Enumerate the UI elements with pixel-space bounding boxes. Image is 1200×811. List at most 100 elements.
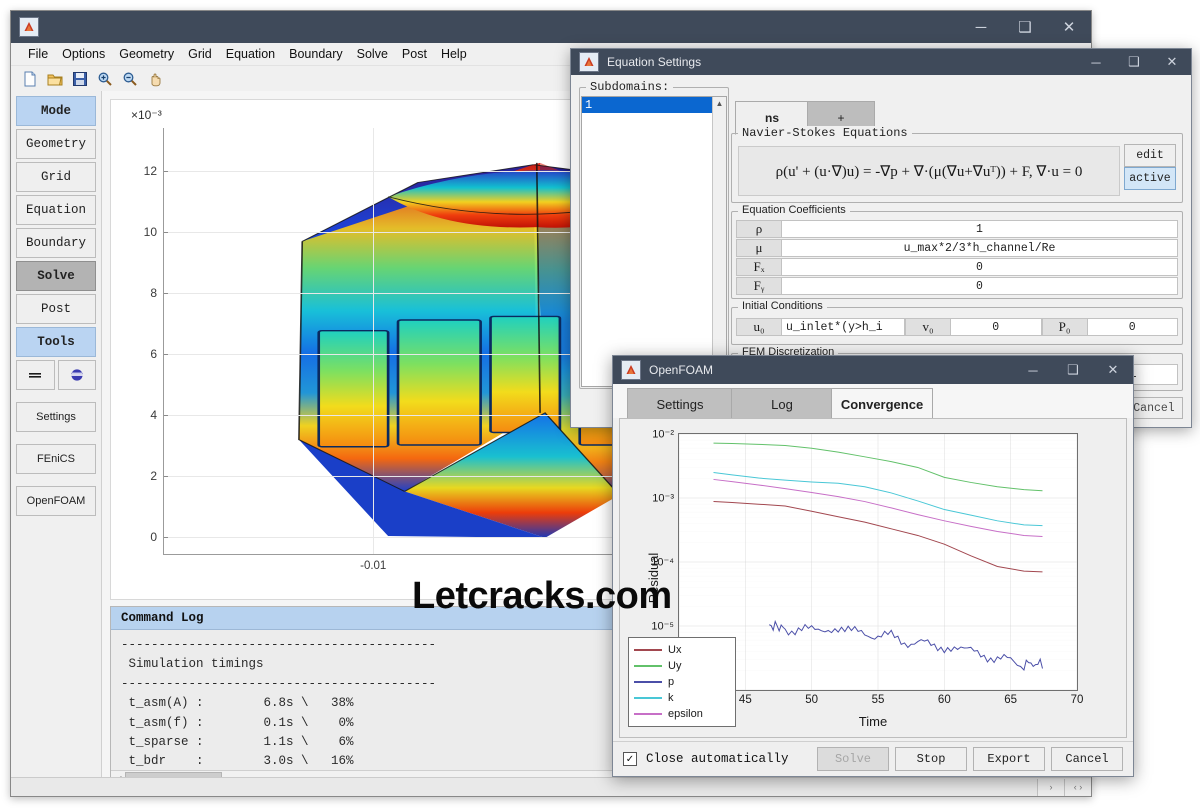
sidebar-settings-button[interactable]: Settings [16,402,96,432]
subdomains-list[interactable]: 1 ▲ [581,96,727,387]
main-minimize-button[interactable]: ─ [959,11,1003,43]
menu-item-equation[interactable]: Equation [219,45,282,63]
tab-settings[interactable]: Settings [627,388,733,420]
convergence-x-tick-label: 65 [1004,694,1017,706]
plot-y-tick-label: 12 [144,164,157,178]
sidebar-item-boundary[interactable]: Boundary [16,228,96,258]
menu-item-grid[interactable]: Grid [181,45,219,63]
zoom-out-icon[interactable] [119,68,141,90]
equation-settings-title: Equation Settings [607,55,1077,69]
close-automatically-checkbox[interactable]: ✓ [623,752,637,766]
menu-item-boundary[interactable]: Boundary [282,45,350,63]
cancel-button[interactable]: Cancel [1051,747,1123,771]
legend-label: p [668,676,674,688]
ic-value-u0[interactable]: u_inlet*(y>h_i [782,318,905,336]
plot-x-tick-label: -0.01 [360,560,386,572]
close-automatically-label: Close automatically [646,752,789,766]
convergence-x-tick-label: 50 [805,694,818,706]
coefficient-row-fy: Fᵧ 0 [736,277,1178,295]
tab-convergence[interactable]: Convergence [831,388,933,420]
coefficient-value-field[interactable]: 0 [782,277,1178,295]
menu-item-geometry[interactable]: Geometry [112,45,181,63]
equation-coefficients-label: Equation Coefficients [738,204,850,216]
of-minimize-button[interactable]: ─ [1013,356,1053,384]
sidebar-openfoam-button[interactable]: OpenFOAM [16,486,96,516]
sidebar-fenics-button[interactable]: FEniCS [16,444,96,474]
convergence-y-tick-label: 10⁻³ [652,492,674,505]
convergence-x-tick-label: 55 [872,694,885,706]
pan-hand-icon[interactable] [144,68,166,90]
ic-symbol-v0: v₀ [905,318,951,336]
sidebar-item-grid[interactable]: Grid [16,162,96,192]
edit-button[interactable]: edit [1124,144,1176,167]
nav-next-button[interactable]: › [1037,779,1064,796]
sidebar-item-geometry[interactable]: Geometry [16,129,96,159]
coefficient-row-mu: μ u_max*2/3*h_channel/Re [736,239,1178,257]
coefficient-value-field[interactable]: 0 [782,258,1178,276]
menu-item-help[interactable]: Help [434,45,474,63]
equal-lines-icon[interactable] [16,360,55,390]
convergence-y-tick-label: 10⁻⁵ [651,620,674,633]
sidebar-item-equation[interactable]: Equation [16,195,96,225]
sidebar-tool-row [16,360,96,390]
new-file-icon[interactable] [19,68,41,90]
legend-label: Ux [668,644,681,656]
coefficient-row-rho: ρ 1 [736,220,1178,238]
convergence-x-tick-label: 45 [739,694,752,706]
main-close-button[interactable]: ✕ [1047,11,1091,43]
ic-value-p0[interactable]: 0 [1088,318,1179,336]
plot-gridline-v [373,128,374,555]
subdomain-list-item[interactable]: 1 [582,97,726,113]
legend-line-swatch [634,681,662,683]
convergence-y-tick-label: 10⁻⁴ [651,556,674,569]
legend-item: Uy [632,658,732,674]
nav-prev-next-button[interactable]: ‹ › [1064,779,1091,796]
eq-minimize-button[interactable]: ─ [1077,49,1115,75]
equation-coefficients-group: Equation Coefficients ρ 1 μ u_max*2/3*h_… [731,211,1183,299]
convergence-plot[interactable]: Residual Time 10⁻²10⁻³10⁻⁴10⁻⁵10⁻⁶404550… [620,419,1126,737]
plot-y-tick-label: 8 [150,286,157,300]
ic-value-v0[interactable]: 0 [951,318,1042,336]
main-maximize-button[interactable]: ❑ [1003,11,1047,43]
y-axis-exponent-label: ×10⁻³ [131,108,162,122]
tab-log[interactable]: Log [731,388,833,420]
zoom-in-icon[interactable] [94,68,116,90]
initial-conditions-row: u₀ u_inlet*(y>h_i v₀ 0 P₀ 0 [736,318,1178,336]
sidebar-item-solve[interactable]: Solve [16,261,96,291]
coefficient-value-field[interactable]: 1 [782,220,1178,238]
plot-y-tick-label: 2 [150,469,157,483]
legend-label: Uy [668,660,681,672]
subdomains-scrollbar[interactable]: ▲ [712,97,726,386]
open-folder-icon[interactable] [44,68,66,90]
eq-close-button[interactable]: ✕ [1153,49,1191,75]
plot-y-tick-label: 0 [150,530,157,544]
legend-item: Ux [632,642,732,658]
of-maximize-button[interactable]: ❑ [1053,356,1093,384]
of-close-button[interactable]: ✕ [1093,356,1133,384]
convergence-x-axis-label: Time [859,714,887,729]
coefficient-value-field[interactable]: u_max*2/3*h_channel/Re [782,239,1178,257]
menu-item-options[interactable]: Options [55,45,112,63]
convergence-panel: Residual Time 10⁻²10⁻³10⁻⁴10⁻⁵10⁻⁶404550… [619,418,1127,738]
active-toggle-button[interactable]: active [1124,167,1176,190]
openfoam-dialog: OpenFOAM ─ ❑ ✕ Settings Log Convergence … [612,355,1134,777]
export-button[interactable]: Export [973,747,1045,771]
menu-item-post[interactable]: Post [395,45,434,63]
solve-button[interactable]: Solve [817,747,889,771]
equation-settings-title-bar: Equation Settings ─ ❑ ✕ [571,49,1191,75]
plot-y-axis-line [163,128,164,555]
save-disk-icon[interactable] [69,68,91,90]
stop-button[interactable]: Stop [895,747,967,771]
menu-item-solve[interactable]: Solve [350,45,395,63]
eq-maximize-button[interactable]: ❑ [1115,49,1153,75]
ic-symbol-u0: u₀ [736,318,782,336]
sidebar-item-post[interactable]: Post [16,294,96,324]
coefficient-symbol: Fᵧ [736,277,782,295]
sidebar: Mode Geometry Grid Equation Boundary Sol… [11,91,101,796]
convergence-svg [679,434,1077,690]
convergence-axes: 10⁻²10⁻³10⁻⁴10⁻⁵10⁻⁶40455055606570 [678,433,1078,691]
menu-item-file[interactable]: File [21,45,55,63]
solver-sphere-icon[interactable] [58,360,97,390]
featool-logo-icon [621,360,641,380]
legend-line-swatch [634,697,662,699]
